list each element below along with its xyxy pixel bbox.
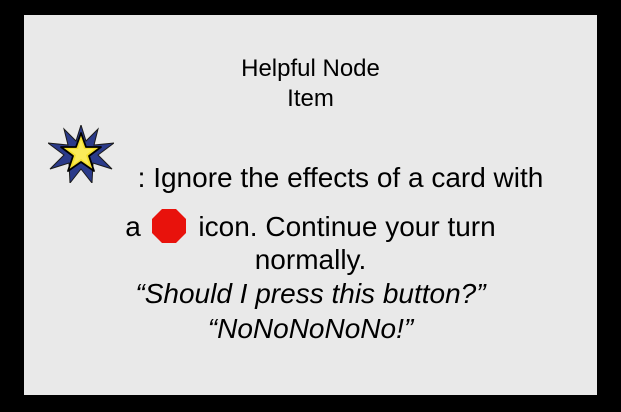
stop-sign-icon [151,209,186,243]
effect-prefix: : Ignore the effects of a card with [137,162,544,193]
card-face: Helpful Node Item : Ignore the effects o… [24,15,597,395]
card-type: Item [287,85,334,112]
card-title: Helpful Node [241,55,380,82]
flavor-quote-1: “Should I press this button?” [135,278,486,309]
effect-suffix: icon. Continue your turn [198,211,496,242]
card-frame: Helpful Node Item : Ignore the effects o… [0,0,621,412]
effect-line-2: a icon. Continue your turn [24,208,597,244]
effect-a: a [125,211,141,242]
flavor-quote-2: “NoNoNoNoNo!” [207,313,414,344]
card-text: Helpful Node Item : Ignore the effects o… [24,15,597,395]
effect-line-3: normally. [254,244,367,275]
effect-line-1: : Ignore the effects of a card with [24,161,597,195]
